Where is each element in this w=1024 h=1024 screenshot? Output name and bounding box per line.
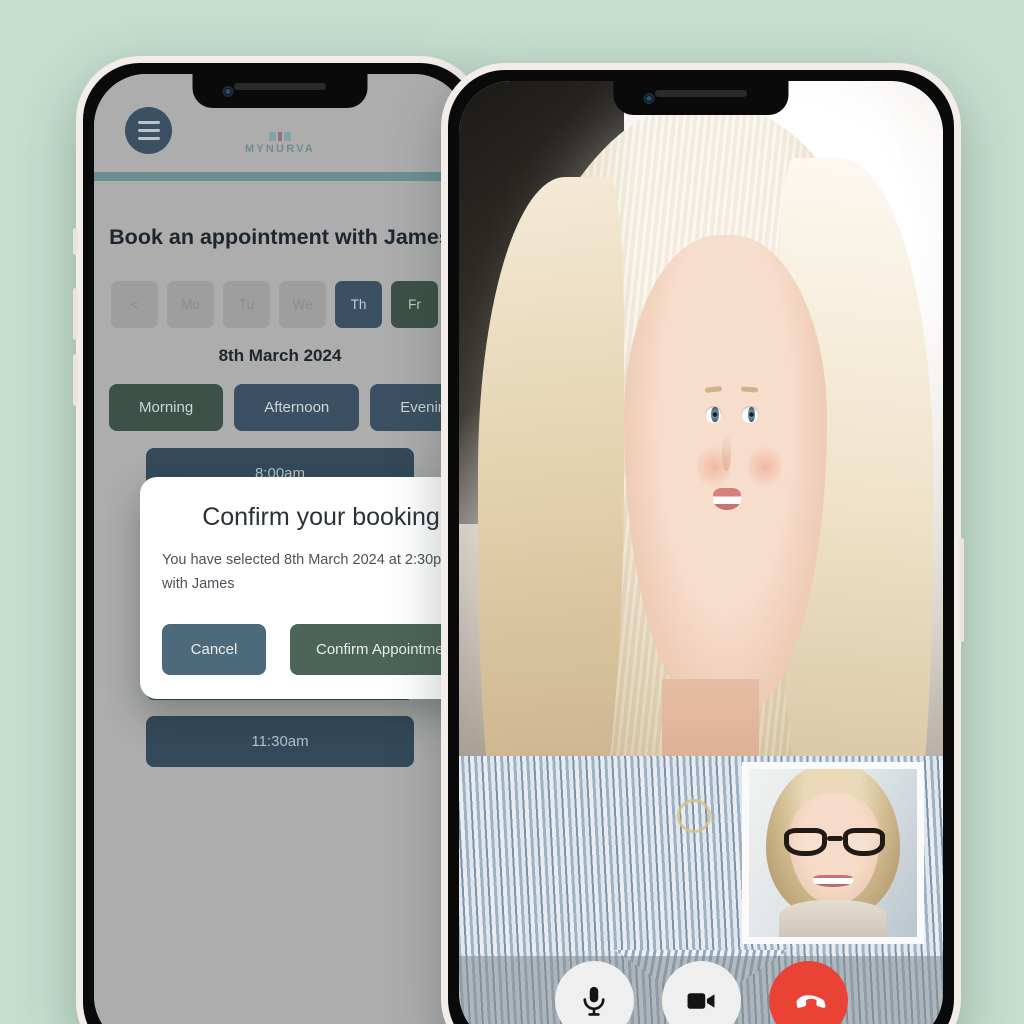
call-control-bar [459,956,943,1024]
necklace [676,798,711,833]
front-camera-icon [643,93,655,104]
dialog-title: Confirm your booking [202,503,440,531]
dialog-actions: Cancel Confirm Appointment [162,623,483,675]
day-selector: < Mo Tu We Th Fr Sa [109,281,466,328]
brand-mark-icon [269,132,291,141]
period-morning-button[interactable]: Morning [109,384,224,431]
phone-notch [613,81,789,115]
cheek-right [747,442,783,491]
brand-logo: MYNURVA [94,132,466,155]
eyeglasses-icon [784,827,886,857]
glasses-bridge [826,835,843,841]
glasses-lens-left [784,827,827,857]
self-view-thumbnail[interactable] [742,762,924,944]
iris-left [711,407,719,422]
video-camera-icon [687,992,715,1009]
earpiece-speaker [234,83,326,90]
screenshot-stage: MYNURVA Book an appointment with James <… [0,0,1024,1024]
cancel-button[interactable]: Cancel [162,623,266,675]
camera-button[interactable] [661,961,741,1024]
eyebrow-right [741,386,759,393]
silent-switch[interactable] [73,228,78,255]
page-title: Book an appointment with James [109,225,451,249]
microphone-button[interactable] [554,961,634,1024]
power-button[interactable] [959,538,964,642]
self-view-mouth [812,874,854,887]
accent-divider [94,172,466,181]
hang-up-phone-icon [796,994,826,1008]
front-camera-icon [222,86,234,97]
day-chip-tu[interactable]: Tu [223,281,270,328]
glasses-lens-right [842,827,886,857]
video-call-phone-device [441,63,964,1024]
day-chip-th[interactable]: Th [335,281,382,328]
video-call-phone-screen [459,81,943,1024]
day-chip-mo[interactable]: Mo [167,281,214,328]
iris-right [747,407,756,422]
volume-down-button[interactable] [73,354,78,406]
earpiece-speaker [655,90,747,97]
time-slot[interactable]: 11:30am [146,716,414,767]
day-chip-we[interactable]: We [279,281,326,328]
day-chip-fr[interactable]: Fr [391,281,438,328]
dialog-body-line-1: You have selected 8th March 2024 at 2:30… [162,552,454,568]
selected-date-label: 8th March 2024 [218,346,342,365]
mouth [712,488,742,510]
self-view-video [749,769,917,937]
brand-name: MYNURVA [245,143,315,155]
day-prev-button[interactable]: < [111,281,158,328]
volume-up-button[interactable] [73,288,78,340]
microphone-icon [583,986,605,1016]
eye-right [741,406,759,423]
eye-left [704,406,723,423]
self-view-sweater [779,900,887,937]
dialog-body-line-2: with James [162,575,235,592]
phone-notch [192,74,368,108]
period-afternoon-button[interactable]: Afternoon [234,384,360,431]
period-selector: Morning Afternoon Evening [109,384,466,431]
eyebrow-left [704,386,723,393]
end-call-button[interactable] [768,961,848,1024]
